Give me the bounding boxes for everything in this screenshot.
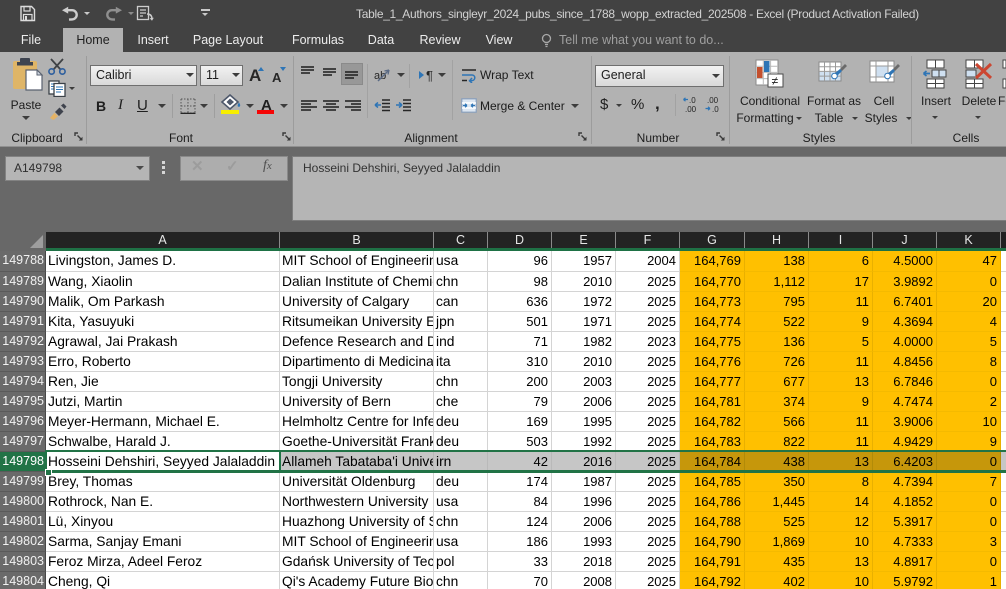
svg-text:.00: .00 xyxy=(685,105,697,113)
svg-text:.0: .0 xyxy=(689,96,696,105)
svg-text:.0: .0 xyxy=(712,105,719,113)
svg-text:.00: .00 xyxy=(707,96,719,105)
svg-text:≠: ≠ xyxy=(772,74,779,88)
svg-text:ab: ab xyxy=(374,70,386,82)
